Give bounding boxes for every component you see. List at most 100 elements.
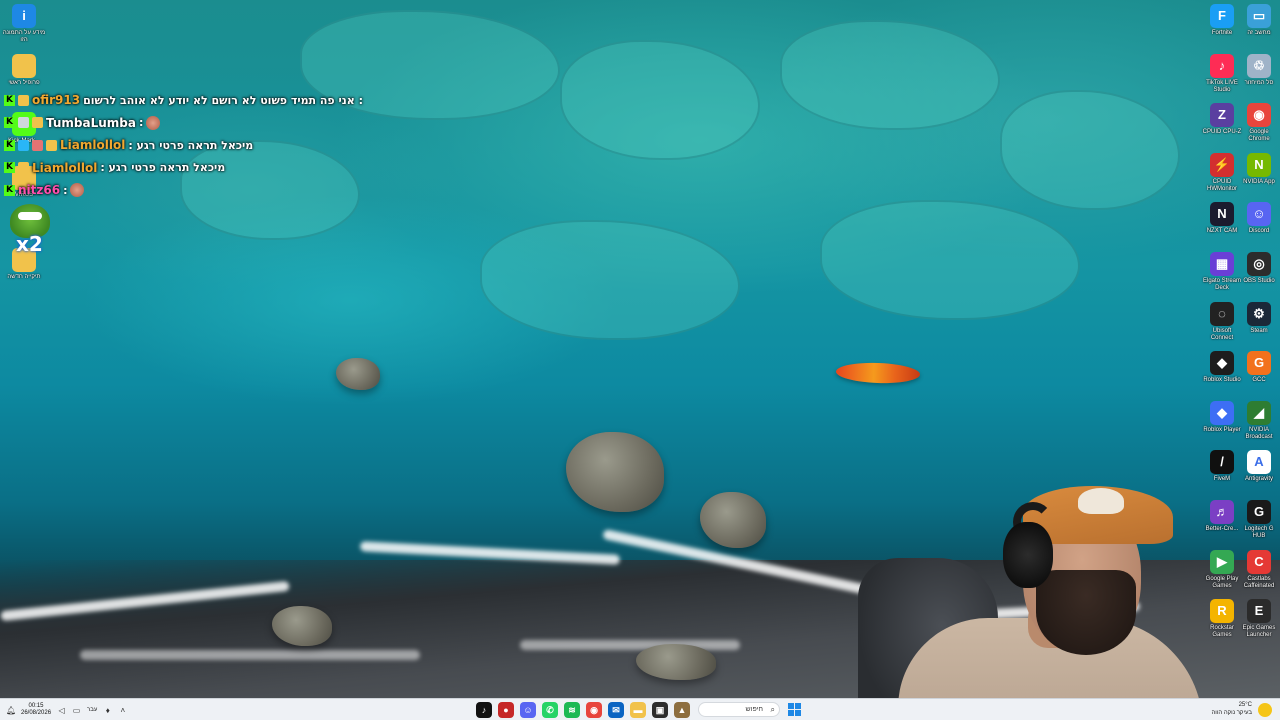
network-icon[interactable]: ▭	[72, 706, 81, 715]
stream-deck-icon: ▦	[1210, 252, 1234, 276]
desktop-shortcut[interactable]: ◆ Roblox Player	[1202, 400, 1242, 434]
cpuz-icon: Z	[1210, 103, 1234, 128]
desktop-shortcut[interactable]: / FiveM	[1202, 450, 1242, 483]
reef-shape	[180, 140, 360, 240]
chat-username[interactable]: TumbaLumba	[46, 116, 136, 130]
windows-logo-icon	[788, 703, 794, 709]
desktop-shortcut[interactable]: Z CPUID CPU-Z	[1202, 103, 1242, 136]
chat-text: אני פה תמיד פשוט לא רושם לא יודע לא אוהב…	[83, 93, 363, 107]
desktop-shortcut[interactable]: A Antigravity	[1239, 450, 1279, 483]
folder-icon	[12, 54, 36, 78]
desktop-shortcut[interactable]: G Logitech G HUB	[1239, 500, 1279, 540]
desktop-shortcut[interactable]: G GCC	[1239, 351, 1279, 384]
chrome-icon: ◉	[1247, 103, 1271, 128]
desktop-shortcut[interactable]: N NZXT CAM	[1202, 202, 1242, 235]
desktop-shortcut-label: NVIDIA Broadcast	[1245, 426, 1273, 440]
desktop-shortcut[interactable]: ▭ מחשב זה	[1239, 4, 1279, 37]
streamer-beard	[1036, 570, 1136, 655]
kick-badge-icon: K	[4, 94, 15, 106]
desktop-shortcut[interactable]: ◢ NVIDIA Broadcast	[1239, 400, 1279, 441]
recycle-bin-icon: ♲	[1247, 53, 1271, 78]
nvidia-broadcast-icon: ◢	[1247, 400, 1271, 425]
chat-username[interactable]: Liamlollol	[32, 161, 97, 175]
desktop-shortcut[interactable]: ◎ OBS Studio	[1239, 252, 1279, 285]
desktop-shortcut-label: Fortnite	[1211, 30, 1233, 36]
desktop-shortcut-label: פרופיל ראשי	[8, 80, 40, 86]
desktop-shortcut[interactable]: ⚙ Steam	[1239, 301, 1279, 335]
red-app-icon[interactable]: ●	[498, 702, 514, 718]
desktop-shortcut-label: CPUID CPU-Z	[1202, 129, 1242, 136]
taskbar-search-box[interactable]: חיפוש ⌕	[698, 702, 780, 717]
desktop-shortcut[interactable]: R Rockstar Games	[1202, 599, 1242, 639]
steam-icon: ⚙	[1247, 301, 1271, 326]
desktop-shortcut[interactable]: פרופיל ראשי	[2, 54, 46, 87]
desktop-shortcut[interactable]: ◌ Ubisoft Connect	[1202, 301, 1242, 342]
reef-shape	[1000, 90, 1180, 210]
desktop-shortcut[interactable]: ♲ סל המיחזור	[1239, 53, 1279, 87]
kayak	[835, 361, 921, 385]
desktop-shortcut[interactable]: ▶ Google Play Games	[1202, 549, 1242, 590]
taskbar-clock[interactable]: 00:15 26/08/2026	[21, 703, 51, 717]
chat-message: Kofir913 אני פה תמיד פשוט לא רושם לא יודע…	[4, 90, 363, 110]
terminal-icon[interactable]: ▣	[652, 702, 668, 718]
desktop-shortcut[interactable]: ♪ TikTok LIVE Studio	[1202, 53, 1242, 94]
chat-username[interactable]: nitz66	[18, 183, 60, 197]
desktop-shortcut[interactable]: ⚡ CPUID HWMonitor	[1202, 152, 1242, 193]
taskbar: 🔔︎ 00:15 26/08/2026 ◁ ▭ עבר ♦ ˄ ♪ ● ☺ ✆ ≋ ◉ ✉ ▬…	[0, 698, 1280, 720]
file-explorer-icon[interactable]: ▬	[630, 702, 646, 718]
rock	[700, 492, 766, 548]
desktop-shortcut[interactable]: N NVIDIA App	[1239, 152, 1279, 186]
avatar-badge-icon	[18, 117, 29, 128]
speaker-icon[interactable]: ◁	[57, 706, 66, 715]
desktop-shortcut[interactable]: i מידע על התמונה הזו	[2, 4, 46, 44]
outlook-icon[interactable]: ✉	[608, 702, 624, 718]
this-pc-icon: ▭	[1247, 4, 1271, 28]
discord-taskbar-icon[interactable]: ☺	[520, 702, 536, 718]
desktop-shortcut[interactable]: ▦ Elgato Stream Deck	[1202, 252, 1242, 292]
microphone-icon[interactable]: ♦	[103, 706, 112, 715]
chat-message: K TumbaLumba:	[4, 113, 161, 133]
desktop-shortcut[interactable]: ☺ Discord	[1239, 202, 1279, 235]
chat-text: : מיכאל תראה פרטי רגע	[128, 138, 254, 152]
desktop-shortcut-label: Ubisoft Connect	[1210, 327, 1234, 341]
language-indicator[interactable]: עבר	[87, 707, 97, 713]
desktop-shortcut-label: Google Play Games	[1205, 575, 1239, 589]
wave-foam	[520, 640, 740, 650]
rock	[566, 432, 664, 512]
start-button[interactable]	[788, 703, 801, 716]
desktop-shortcut-label: GCC	[1252, 377, 1266, 384]
desktop-shortcut[interactable]: C Castlabs Caffeinated	[1239, 549, 1279, 590]
desktop-shortcut-label: Roblox Studio	[1203, 377, 1241, 384]
emote-icon	[146, 115, 161, 130]
tiktok-icon[interactable]: ♪	[476, 702, 492, 718]
desktop-shortcut-label: TikTok LIVE Studio	[1206, 79, 1238, 93]
headset-icon	[1003, 522, 1053, 588]
desktop-shortcut[interactable]: F Fortnite	[1202, 4, 1242, 37]
desktop-shortcut-label: סל המיחזור	[1244, 79, 1274, 86]
rock	[336, 358, 380, 390]
chat-text: :	[138, 116, 144, 129]
chat-message: Knitz66:	[4, 180, 85, 200]
weather-widget[interactable]: 25°C בעיקר נוקה הווה	[1211, 701, 1252, 717]
desktop-shortcut[interactable]: E Epic Games Launcher	[1239, 599, 1279, 639]
whatsapp-icon[interactable]: ✆	[542, 702, 558, 718]
chevron-up-icon[interactable]: ˄	[118, 706, 127, 715]
notification-bell-icon[interactable]: 🔔︎	[6, 706, 16, 715]
reef-shape	[560, 40, 760, 160]
chat-message: K Liamlollol: מיכאל תראה פרטי רגע	[4, 135, 253, 155]
chat-username[interactable]: Liamlollol	[60, 138, 125, 152]
desktop-shortcut[interactable]: ◉ Google Chrome	[1239, 103, 1279, 143]
roblox-studio-icon: ◆	[1210, 351, 1234, 376]
desktop-shortcut[interactable]: ◆ Roblox Studio	[1202, 351, 1242, 384]
game-app-icon[interactable]: ▲	[674, 702, 690, 718]
desktop-shortcut-label: מחשב זה	[1247, 30, 1271, 36]
desktop-shortcut[interactable]: ♬ Better-Cre...	[1202, 500, 1242, 533]
obs-icon: ◎	[1247, 252, 1271, 276]
spotify-icon[interactable]: ≋	[564, 702, 580, 718]
desktop-shortcut-label: Epic Games Launcher	[1242, 625, 1276, 639]
roblox-player-icon: ◆	[1210, 400, 1234, 425]
shield-badge-icon	[32, 139, 43, 151]
chat-username[interactable]: ofir913	[32, 93, 80, 107]
chrome-taskbar-icon[interactable]: ◉	[586, 702, 602, 718]
info-icon: i	[12, 4, 36, 28]
